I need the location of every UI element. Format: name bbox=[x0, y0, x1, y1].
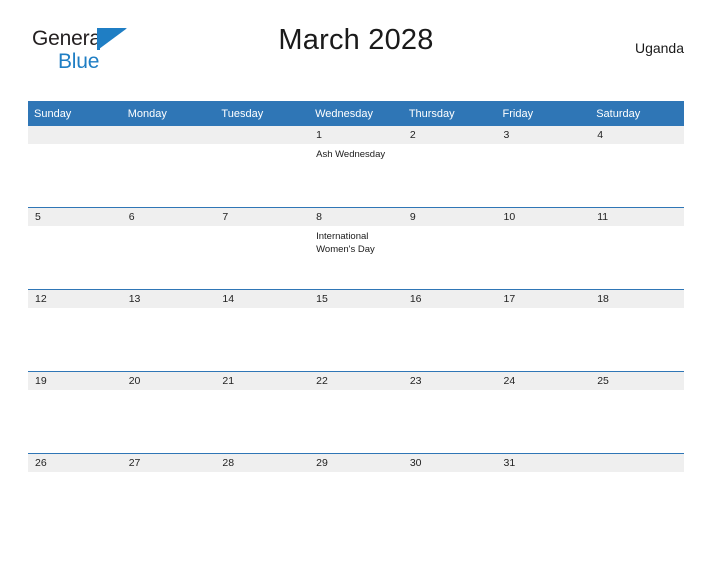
calendar-day-cell[interactable]: 3 bbox=[496, 126, 591, 208]
calendar-day-cell[interactable]: 7 bbox=[215, 207, 310, 290]
day-number: 29 bbox=[309, 454, 403, 472]
day-number: 18 bbox=[590, 290, 684, 308]
weekday-header-wednesday: Wednesday bbox=[309, 101, 403, 126]
calendar-day-cell[interactable]: 12 bbox=[28, 289, 122, 372]
weekday-header-saturday: Saturday bbox=[590, 101, 684, 126]
day-number: 11 bbox=[590, 208, 684, 226]
day-number: 14 bbox=[215, 290, 310, 308]
calendar-day-cell[interactable]: 25 bbox=[590, 371, 684, 454]
day-number: 19 bbox=[28, 372, 122, 390]
day-events: Ash Wednesday bbox=[309, 144, 403, 161]
day-number: 8 bbox=[309, 208, 403, 226]
calendar-day-cell[interactable]: 24 bbox=[496, 371, 591, 454]
day-number: 28 bbox=[215, 454, 310, 472]
day-number: 21 bbox=[215, 372, 310, 390]
calendar-day-cell[interactable]: 31 bbox=[496, 453, 591, 535]
day-number bbox=[121, 126, 216, 144]
page-title: March 2028 bbox=[278, 24, 434, 56]
day-number: 7 bbox=[215, 208, 310, 226]
calendar-body: 1 Ash Wednesday 2 3 4 5 6 7 8 International Women'… bbox=[28, 126, 684, 535]
day-number: 17 bbox=[496, 290, 591, 308]
day-number: 12 bbox=[28, 290, 122, 308]
day-number: 23 bbox=[402, 372, 497, 390]
calendar-header-row: Sunday Monday Tuesday Wednesday Thursday Frid… bbox=[28, 101, 684, 126]
page-header: General Blue March 2028 Uganda bbox=[28, 22, 684, 74]
calendar-day-cell[interactable]: 6 bbox=[121, 207, 216, 290]
event-label: International bbox=[316, 231, 369, 242]
day-number: 22 bbox=[309, 372, 403, 390]
calendar-empty-cell bbox=[28, 126, 122, 208]
calendar-empty-cell bbox=[215, 126, 310, 208]
day-number: 24 bbox=[496, 372, 591, 390]
calendar-week-row: 26 27 28 29 30 31 bbox=[28, 453, 684, 535]
calendar-day-cell[interactable]: 22 bbox=[309, 371, 403, 454]
day-number: 4 bbox=[590, 126, 684, 144]
day-number bbox=[590, 454, 684, 472]
locale-label: Uganda bbox=[634, 40, 684, 56]
day-number: 2 bbox=[402, 126, 497, 144]
day-number: 27 bbox=[121, 454, 216, 472]
calendar-day-cell[interactable]: 8 International Women's Day bbox=[309, 207, 403, 290]
calendar-day-cell[interactable]: 27 bbox=[121, 453, 216, 535]
calendar-day-cell[interactable]: 10 bbox=[496, 207, 591, 290]
weekday-header-monday: Monday bbox=[121, 101, 216, 126]
calendar-day-cell[interactable]: 23 bbox=[402, 371, 497, 454]
day-number: 20 bbox=[121, 372, 216, 390]
calendar-day-cell[interactable]: 5 bbox=[28, 207, 122, 290]
day-number bbox=[215, 126, 310, 144]
day-number: 15 bbox=[309, 290, 403, 308]
calendar-week-row: 12 13 14 15 16 17 18 bbox=[28, 289, 684, 372]
day-number: 10 bbox=[496, 208, 591, 226]
day-number: 13 bbox=[121, 290, 216, 308]
event-label: Ash Wednesday bbox=[316, 149, 386, 160]
day-number: 25 bbox=[590, 372, 684, 390]
calendar-day-cell[interactable]: 19 bbox=[28, 371, 122, 454]
weekday-header-sunday: Sunday bbox=[28, 101, 122, 126]
calendar-week-row: 1 Ash Wednesday 2 3 4 bbox=[28, 126, 684, 208]
calendar-page: General Blue March 2028 Uganda Sunday Mon… bbox=[0, 22, 712, 572]
calendar-grid: Sunday Monday Tuesday Wednesday Thursday Frid… bbox=[28, 101, 684, 535]
calendar-day-cell[interactable]: 2 bbox=[402, 126, 497, 208]
day-number: 30 bbox=[402, 454, 497, 472]
day-number: 16 bbox=[402, 290, 497, 308]
day-number: 3 bbox=[496, 126, 591, 144]
calendar-day-cell[interactable]: 20 bbox=[121, 371, 216, 454]
calendar-day-cell[interactable]: 16 bbox=[402, 289, 497, 372]
day-number: 6 bbox=[121, 208, 216, 226]
weekday-header-friday: Friday bbox=[496, 101, 591, 126]
calendar-day-cell[interactable]: 17 bbox=[496, 289, 591, 372]
calendar-day-cell[interactable]: 28 bbox=[215, 453, 310, 535]
calendar-week-row: 5 6 7 8 International Women's Day 9 10 11 bbox=[28, 207, 684, 290]
weekday-header-thursday: Thursday bbox=[402, 101, 497, 126]
calendar-day-cell[interactable]: 18 bbox=[590, 289, 684, 372]
calendar-day-cell[interactable]: 21 bbox=[215, 371, 310, 454]
weekday-header-tuesday: Tuesday bbox=[215, 101, 310, 126]
event-label: Women's Day bbox=[316, 244, 375, 255]
calendar-day-cell[interactable]: 11 bbox=[590, 207, 684, 290]
day-number: 26 bbox=[28, 454, 122, 472]
calendar-empty-cell bbox=[590, 453, 684, 535]
day-number bbox=[28, 126, 122, 144]
calendar-day-cell[interactable]: 4 bbox=[590, 126, 684, 208]
calendar-day-cell[interactable]: 13 bbox=[121, 289, 216, 372]
day-number: 5 bbox=[28, 208, 122, 226]
calendar-day-cell[interactable]: 26 bbox=[28, 453, 122, 535]
calendar-day-cell[interactable]: 1 Ash Wednesday bbox=[309, 126, 403, 208]
calendar-day-cell[interactable]: 9 bbox=[402, 207, 497, 290]
calendar-day-cell[interactable]: 14 bbox=[215, 289, 310, 372]
calendar-week-row: 19 20 21 22 23 24 25 bbox=[28, 371, 684, 454]
calendar-empty-cell bbox=[121, 126, 216, 208]
calendar-table: Sunday Monday Tuesday Wednesday Thursday Frid… bbox=[28, 101, 684, 535]
day-number: 1 bbox=[309, 126, 403, 144]
day-number: 31 bbox=[496, 454, 591, 472]
calendar-day-cell[interactable]: 29 bbox=[309, 453, 403, 535]
day-number: 9 bbox=[402, 208, 497, 226]
calendar-day-cell[interactable]: 15 bbox=[309, 289, 403, 372]
day-events: International Women's Day bbox=[309, 226, 403, 256]
calendar-day-cell[interactable]: 30 bbox=[402, 453, 497, 535]
